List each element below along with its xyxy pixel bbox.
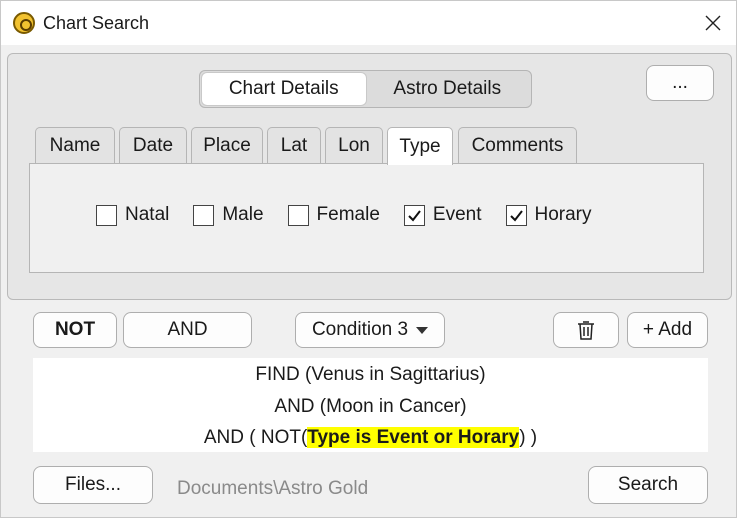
and-button[interactable]: AND	[123, 312, 252, 348]
checkbox-label: Natal	[125, 204, 170, 225]
segment-astro-details[interactable]: Astro Details	[366, 73, 530, 105]
checkbox-box[interactable]	[96, 204, 117, 226]
checkbox-event[interactable]: Event	[403, 204, 482, 226]
query-line-current: AND ( NOT(Type is Event or Horary) )	[33, 427, 708, 449]
query-highlight: Type is Event or Horary	[307, 427, 520, 448]
tab-lon[interactable]: Lon	[325, 127, 383, 164]
checkmark-icon	[408, 209, 421, 222]
checkbox-male[interactable]: Male	[193, 204, 264, 226]
astro-gold-app-icon	[13, 12, 35, 34]
tab-name[interactable]: Name	[35, 127, 115, 164]
tab-comments[interactable]: Comments	[458, 127, 577, 164]
checkbox-label: Female	[316, 204, 380, 225]
title-bar: Chart Search	[1, 1, 736, 45]
checkmark-icon	[509, 209, 523, 222]
files-path: Documents\Astro Gold	[177, 478, 369, 499]
files-button[interactable]: Files...	[33, 466, 153, 504]
query-prefix: AND ( NOT(	[203, 427, 308, 448]
chevron-down-icon	[416, 326, 429, 334]
close-icon	[705, 15, 721, 31]
segment-chart-details[interactable]: Chart Details	[202, 73, 366, 105]
tab-type[interactable]: Type	[387, 127, 453, 165]
details-panel: Chart Details Astro Details ... Name Dat…	[7, 53, 732, 300]
checkbox-box[interactable]	[403, 204, 425, 226]
checkbox-box[interactable]	[193, 204, 215, 226]
query-display: FIND (Venus in Sagittarius) AND (Moon in…	[33, 358, 708, 452]
type-tab-content: Natal Male Female Event Horary	[29, 163, 704, 273]
not-button[interactable]: NOT	[33, 312, 117, 348]
window-title: Chart Search	[43, 13, 150, 33]
search-button[interactable]: Search	[588, 466, 708, 504]
query-line: AND (Moon in Cancer)	[274, 396, 467, 417]
tab-lat[interactable]: Lat	[267, 127, 321, 164]
checkbox-box[interactable]	[505, 204, 527, 226]
checkbox-label: Male	[222, 204, 264, 225]
type-checkbox-group: Natal Male Female Event Horary	[96, 204, 616, 226]
trash-icon	[578, 321, 594, 340]
checkbox-label: Event	[432, 204, 482, 225]
query-suffix: ) )	[519, 427, 538, 448]
condition-dropdown[interactable]: Condition 3	[295, 312, 445, 348]
close-button[interactable]	[690, 1, 736, 45]
query-line: FIND (Venus in Sagittarius)	[255, 364, 486, 385]
details-segmented-control: Chart Details Astro Details	[199, 70, 532, 108]
checkbox-label: Horary	[534, 204, 592, 225]
chart-search-window: Chart Search Chart Details Astro Details…	[0, 0, 737, 518]
tab-date[interactable]: Date	[119, 127, 187, 164]
delete-condition-button[interactable]	[553, 312, 619, 348]
checkbox-horary[interactable]: Horary	[505, 204, 592, 226]
checkbox-box[interactable]	[287, 204, 309, 226]
condition-dropdown-label: Condition 3	[311, 319, 409, 340]
add-condition-button[interactable]: + Add	[627, 312, 708, 348]
more-options-button[interactable]: ...	[646, 65, 714, 101]
tab-place[interactable]: Place	[191, 127, 263, 164]
checkbox-female[interactable]: Female	[287, 204, 380, 226]
checkbox-natal[interactable]: Natal	[96, 204, 169, 226]
